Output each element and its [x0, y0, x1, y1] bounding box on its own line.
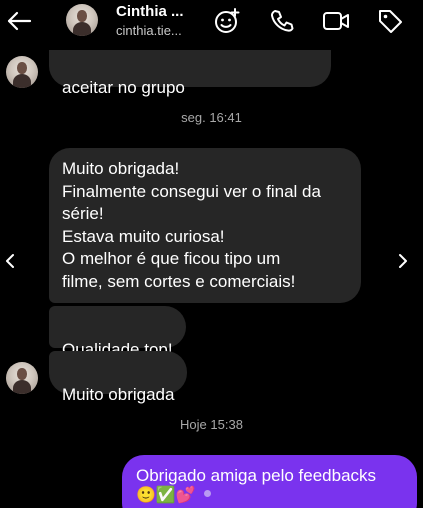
contact-name[interactable]: Cinthia ...: [116, 3, 184, 20]
chevron-right-icon[interactable]: [393, 250, 413, 272]
message-bubble-thanks[interactable]: Muito obrigada: [49, 351, 188, 404]
video-camera-icon[interactable]: [321, 6, 351, 36]
emoji-text: 🙂✅💕: [136, 487, 196, 504]
chat-header: Cinthia ... cinthia.tie...: [0, 0, 423, 50]
message-text: aceitar no grupo: [62, 77, 185, 97]
header-avatar[interactable]: [66, 4, 98, 36]
message-bubble-long[interactable]: Muito obrigada! Finalmente consegui ver …: [49, 148, 361, 303]
sender-avatar[interactable]: [6, 56, 38, 88]
outgoing-message-text: Obrigado amiga pelo feedbacks: [136, 466, 377, 485]
timestamp: seg. 16:41: [181, 110, 242, 125]
message-text: Muito obrigada: [62, 384, 175, 404]
add-effect-icon[interactable]: [212, 6, 242, 36]
phone-icon[interactable]: [267, 6, 297, 36]
back-arrow-icon[interactable]: [4, 6, 34, 36]
typing-dot: [204, 490, 212, 497]
message-text: Muito obrigada! Finalmente consegui ver …: [62, 159, 321, 291]
chat-screen: Cinthia ... cinthia.tie... aceitar no gr…: [0, 0, 423, 508]
outgoing-message-bubble[interactable]: Obrigado amiga pelo feedbacks 🙂✅💕: [122, 455, 417, 508]
timestamp: Hoje 15:38: [180, 417, 243, 432]
contact-username[interactable]: cinthia.tie...: [116, 23, 182, 38]
sender-avatar[interactable]: [6, 362, 38, 394]
chevron-left-icon[interactable]: [0, 250, 20, 272]
emoji-row: 🙂✅💕: [136, 486, 403, 506]
message-bubble-quality[interactable]: Qualidade top!: [49, 306, 186, 359]
tag-icon[interactable]: [375, 6, 405, 36]
